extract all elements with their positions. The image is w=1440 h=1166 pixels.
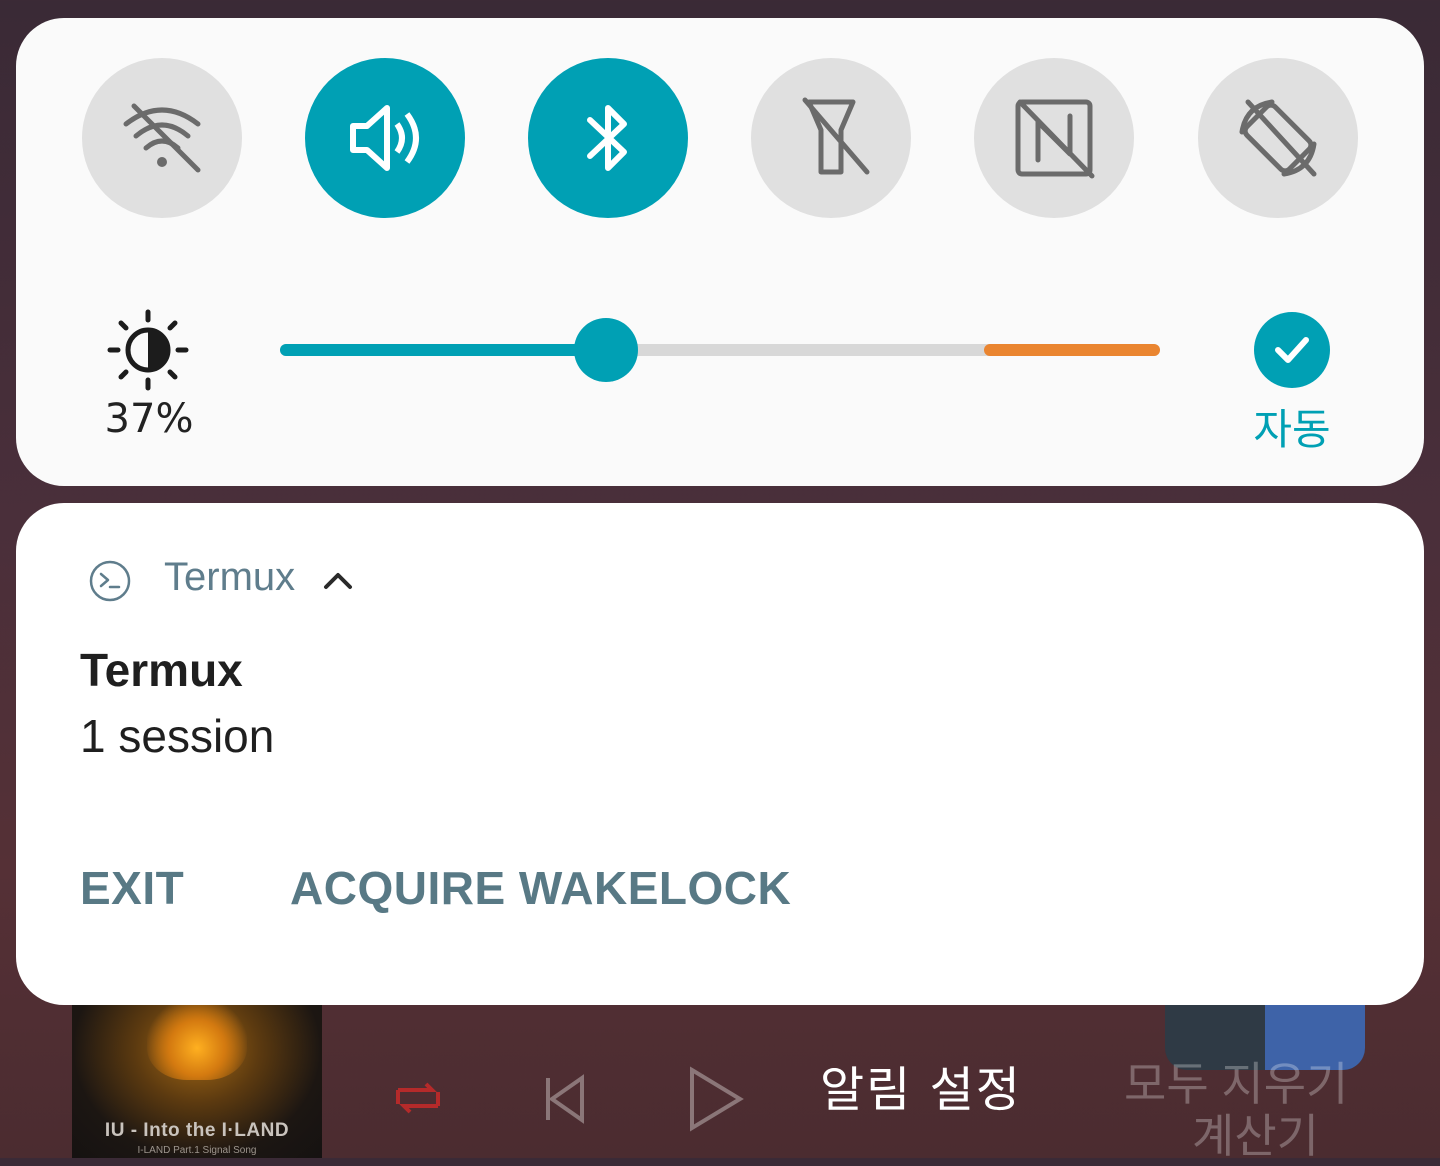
acquire-wakelock-button[interactable]: ACQUIRE WAKELOCK <box>290 861 791 915</box>
brightness-slider[interactable] <box>280 318 1160 382</box>
slider-thumb[interactable] <box>574 318 638 382</box>
flashlight-toggle[interactable] <box>751 58 911 218</box>
wifi-toggle[interactable] <box>82 58 242 218</box>
slider-high-brightness-zone <box>984 344 1160 356</box>
play-icon[interactable] <box>686 1066 746 1132</box>
brightness-percent: 37% <box>104 396 194 442</box>
album-title: IU - Into the I·LAND <box>104 1120 290 1141</box>
auto-brightness-checkbox[interactable] <box>1254 312 1330 388</box>
notification-text: 1 session <box>80 710 275 762</box>
repeat-icon[interactable] <box>390 1070 446 1126</box>
nfc-off-icon <box>1015 99 1095 179</box>
termux-app-icon <box>89 560 131 602</box>
calculator-app-label: 계산기 <box>1192 1110 1319 1162</box>
previous-track-icon[interactable] <box>540 1074 590 1124</box>
quick-settings-panel: 37% 자동 <box>16 18 1424 486</box>
volume-icon <box>350 105 419 171</box>
wifi-off-icon <box>123 103 201 173</box>
checkmark-icon <box>1275 337 1309 363</box>
slider-fill <box>280 344 606 356</box>
notification-title: Termux <box>80 644 243 696</box>
notification-app-name: Termux <box>164 555 296 599</box>
bluetooth-toggle[interactable] <box>528 58 688 218</box>
auto-rotate-toggle[interactable] <box>1198 58 1358 218</box>
rotate-off-icon <box>1239 99 1317 177</box>
notification-settings-link[interactable]: 알림 설정 <box>820 1050 1022 1120</box>
sound-toggle[interactable] <box>305 58 465 218</box>
termux-notification[interactable]: Termux Termux 1 session EXIT ACQUIRE WAK… <box>16 503 1424 1005</box>
chevron-up-icon[interactable] <box>320 565 356 595</box>
flashlight-off-icon <box>802 97 870 175</box>
brightness-icon <box>107 309 189 391</box>
auto-brightness-label[interactable]: 자동 <box>1234 396 1350 457</box>
exit-button[interactable]: EXIT <box>80 861 184 915</box>
bluetooth-icon <box>587 105 627 171</box>
album-subtitle: I-LAND Part.1 Signal Song <box>137 1145 257 1156</box>
nfc-toggle[interactable] <box>974 58 1134 218</box>
